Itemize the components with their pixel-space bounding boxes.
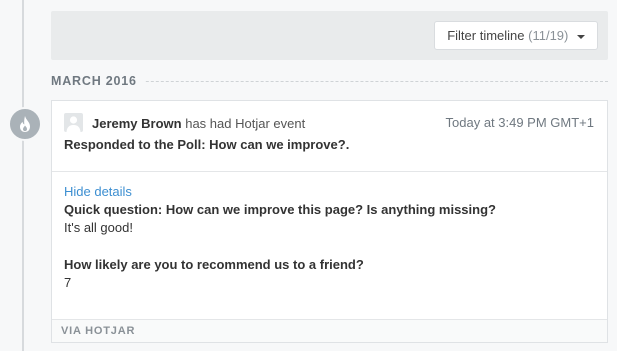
- filter-count: (11/19): [528, 28, 569, 43]
- event-action: has had Hotjar event: [185, 116, 306, 131]
- timeline-line: [22, 0, 24, 351]
- month-divider: MARCH 2016: [51, 72, 608, 90]
- event-timestamp: Today at 3:49 PM GMT+1: [445, 115, 594, 130]
- event-footer: VIA HOTJAR: [52, 319, 607, 342]
- event-details: Hide details Quick question: How can we …: [64, 183, 595, 292]
- event-source: VIA HOTJAR: [61, 325, 136, 337]
- caret-down-icon: [577, 34, 585, 39]
- filter-timeline-button[interactable]: Filter timeline (11/19): [434, 21, 598, 50]
- filter-label: Filter timeline: [447, 28, 525, 43]
- user-name[interactable]: Jeremy Brown: [92, 116, 182, 131]
- answer-2: 7: [64, 275, 72, 290]
- timeline-toolbar: Filter timeline (11/19): [51, 11, 608, 60]
- event-card: Jeremy Brown has had Hotjar event Today …: [51, 100, 608, 343]
- month-label: MARCH 2016: [51, 72, 145, 90]
- question-2: How likely are you to recommend us to a …: [64, 257, 364, 272]
- event-title: Responded to the Poll: How can we improv…: [64, 137, 350, 152]
- flame-icon: [8, 107, 42, 141]
- user-avatar-icon: [64, 113, 83, 132]
- event-summary: Jeremy Brown has had Hotjar event: [92, 116, 305, 131]
- event-header: Jeremy Brown has had Hotjar event Today …: [52, 101, 607, 172]
- hide-details-link[interactable]: Hide details: [64, 183, 595, 201]
- answer-1: It's all good!: [64, 220, 133, 235]
- question-1: Quick question: How can we improve this …: [64, 202, 496, 217]
